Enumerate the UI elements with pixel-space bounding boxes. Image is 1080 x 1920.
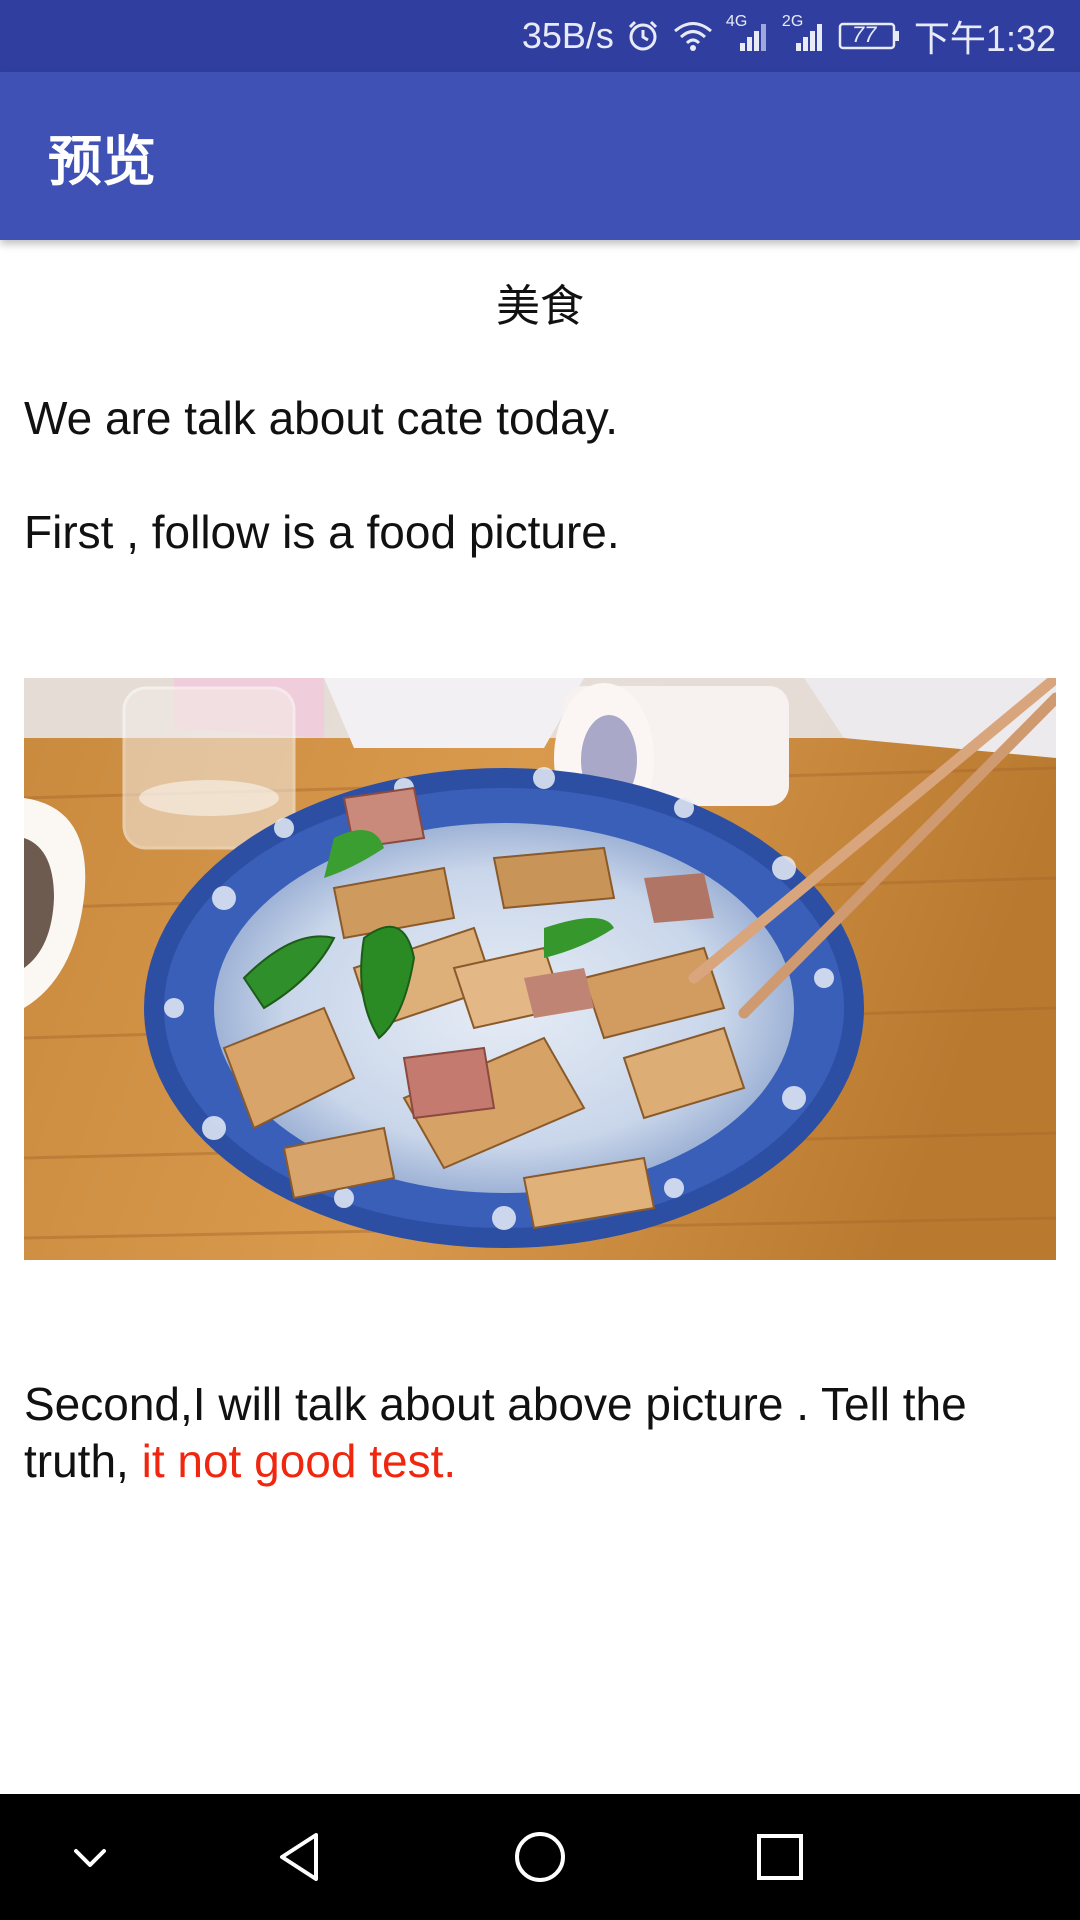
page-title: 预览 — [48, 129, 156, 193]
navigation-bar — [0, 1794, 1080, 1920]
highlighted-text: it not good test. — [141, 1435, 457, 1487]
home-icon[interactable] — [480, 1794, 600, 1920]
article-paragraph: We are talk about cate today. — [24, 392, 619, 444]
network-type-label: 4G — [725, 13, 748, 30]
app-bar: 预览 — [0, 72, 1080, 240]
collapse-icon[interactable] — [30, 1794, 150, 1920]
clock: 下午1:32 — [913, 18, 1056, 59]
recents-icon[interactable] — [720, 1794, 840, 1920]
article-content[interactable]: 美食 We are talk about cate today. First ,… — [0, 240, 1080, 1794]
article-paragraph: Second,I will talk about above picture .… — [24, 1376, 1056, 1490]
article-title: 美食 — [496, 281, 584, 332]
battery-level: 77 — [851, 22, 877, 47]
signal-icon: 4G — [726, 13, 770, 53]
wifi-icon — [672, 19, 714, 53]
alarm-icon — [626, 19, 660, 53]
article-paragraph: First , follow is a food picture. — [24, 506, 620, 558]
status-bar: 35B/s 4G 2G 77 下午1:32 — [0, 0, 1080, 72]
back-icon[interactable] — [240, 1794, 360, 1920]
signal-icon: 2G — [782, 13, 826, 53]
network-speed: 35B/s — [521, 15, 614, 56]
food-image — [24, 678, 1056, 1260]
network-type-label: 2G — [781, 13, 804, 30]
battery-icon: 77 — [838, 19, 902, 53]
